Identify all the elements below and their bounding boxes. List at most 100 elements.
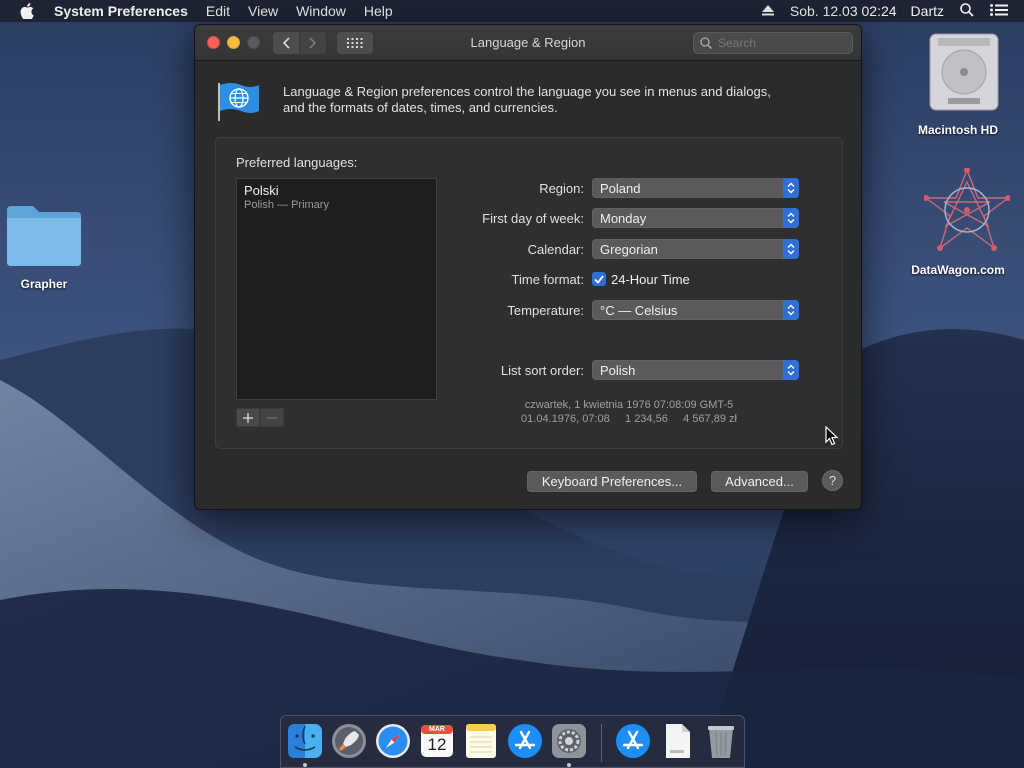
dock-system-preferences[interactable] <box>550 722 588 760</box>
dock-launchpad[interactable] <box>330 722 368 760</box>
first-day-row: First day of week: Monday <box>456 208 802 228</box>
preferred-languages-list[interactable]: Polski Polish — Primary <box>236 178 437 400</box>
dock-finder[interactable] <box>286 722 324 760</box>
safari-compass-icon <box>376 724 410 758</box>
list-sort-row: List sort order: Polish <box>456 360 802 380</box>
hard-drive-icon <box>929 33 999 111</box>
menu-app-name[interactable]: System Preferences <box>54 3 188 19</box>
desktop-icon-macintosh-hd[interactable]: Macintosh HD <box>908 32 1008 137</box>
trash-icon <box>708 726 734 758</box>
search-input[interactable] <box>718 36 848 50</box>
desktop-icon-label: Grapher <box>20 277 68 291</box>
dock-calendar[interactable]: MAR 12 <box>418 722 456 760</box>
dock-app-store-downloads[interactable] <box>614 722 652 760</box>
app-store-icon <box>508 724 542 758</box>
dock-trash[interactable] <box>702 722 740 760</box>
calendar-month: MAR <box>429 726 445 733</box>
time-format-label: Time format: <box>511 271 584 287</box>
star-graph-icon <box>922 167 1011 251</box>
language-subtitle: Polish — Primary <box>244 199 329 211</box>
checkmark-icon <box>594 274 604 284</box>
finder-icon <box>288 724 322 758</box>
format-sample-date: czwartek, 1 kwietnia 1976 07:08:09 GMT-5 <box>524 399 734 411</box>
search-icon <box>700 37 712 49</box>
desktop-icon-label: Macintosh HD <box>917 123 998 137</box>
settings-panel: Preferred languages: Polski Polish — Pri… <box>215 137 843 449</box>
dock-separator <box>601 724 602 762</box>
spotlight-search-icon[interactable] <box>960 2 974 20</box>
dock-running-indicator <box>567 763 571 767</box>
first-day-popup[interactable]: Monday <box>592 208 799 228</box>
desktop-icon-grapher[interactable]: Grapher <box>4 204 84 291</box>
preferred-languages-label: Preferred languages: <box>236 155 358 170</box>
temperature-row: Temperature: °C — Celsius <box>456 300 802 320</box>
intro-description: Language & Region preferences control th… <box>283 84 813 116</box>
menu-view[interactable]: View <box>248 3 278 19</box>
up-down-chevron-icon <box>783 178 799 198</box>
up-down-chevron-icon <box>783 360 799 380</box>
region-label: Region: <box>539 180 584 196</box>
menu-window[interactable]: Window <box>296 3 346 19</box>
menubar-status-area: Sob. 12.03 02:24 Dartz <box>761 0 1024 22</box>
menu-edit[interactable]: Edit <box>206 3 230 19</box>
temperature-value: °C — Celsius <box>600 302 678 318</box>
calendar-day: 12 <box>427 735 447 754</box>
menu-bar: System Preferences Edit View Window Help… <box>0 0 1024 22</box>
dock: MAR 12 <box>280 715 745 768</box>
search-field[interactable] <box>693 32 853 54</box>
24-hour-time-label[interactable]: 24-Hour Time <box>611 272 690 287</box>
add-remove-controls <box>236 408 284 427</box>
intro-line: and the formats of dates, times, and cur… <box>283 100 558 115</box>
advanced-button[interactable]: Advanced... <box>711 471 808 492</box>
language-name: Polski <box>244 183 279 198</box>
flag-globe-icon <box>218 83 259 121</box>
mouse-pointer-icon <box>825 426 839 446</box>
add-language-button[interactable] <box>236 408 260 427</box>
eject-icon[interactable] <box>761 3 774 19</box>
temperature-popup[interactable]: °C — Celsius <box>592 300 799 320</box>
format-sample-numbers: 01.04.1976, 07:08 1 234,56 4 567,89 zł <box>521 413 737 425</box>
rocket-icon <box>332 724 366 758</box>
menubar-clock[interactable]: Sob. 12.03 02:24 <box>790 3 897 19</box>
menubar-user[interactable]: Dartz <box>911 3 944 19</box>
desktop-icon-label: DataWagon.com <box>911 263 1005 277</box>
app-store-icon <box>616 724 650 758</box>
apple-menu-icon[interactable] <box>20 3 38 19</box>
remove-language-button[interactable] <box>260 408 284 427</box>
desktop-icon-datawagon[interactable]: DataWagon.com <box>898 167 1018 277</box>
up-down-chevron-icon <box>783 239 799 259</box>
notes-icon <box>466 724 496 758</box>
dock-document[interactable] <box>658 722 696 760</box>
24-hour-time-checkbox[interactable] <box>592 272 606 286</box>
list-sort-value: Polish <box>600 362 636 378</box>
language-item[interactable]: Polski Polish — Primary <box>237 179 436 215</box>
document-icon <box>666 724 690 758</box>
region-popup[interactable]: Poland <box>592 178 799 198</box>
first-day-value: Monday <box>600 210 647 226</box>
notification-center-icon[interactable] <box>990 3 1008 19</box>
region-row: Region: Poland <box>456 178 802 198</box>
intro-line: Language & Region preferences control th… <box>283 84 771 99</box>
keyboard-preferences-button[interactable]: Keyboard Preferences... <box>527 471 697 492</box>
plus-icon <box>243 412 253 423</box>
language-region-window: Language & Region Language & Region pref… <box>194 24 862 510</box>
menu-help[interactable]: Help <box>364 3 393 19</box>
calendar-label: Calendar: <box>527 241 584 257</box>
first-day-label: First day of week: <box>482 210 584 226</box>
time-format-row: Time format: 24-Hour Time <box>456 269 802 289</box>
temperature-label: Temperature: <box>507 302 584 318</box>
calendar-row: Calendar: Gregorian <box>456 239 802 259</box>
calendar-value: Gregorian <box>600 241 658 257</box>
up-down-chevron-icon <box>783 208 799 228</box>
list-sort-label: List sort order: <box>500 362 584 378</box>
region-value: Poland <box>600 180 641 196</box>
calendar-popup[interactable]: Gregorian <box>592 239 799 259</box>
dock-running-indicator <box>303 763 307 767</box>
dock-app-store[interactable] <box>506 722 544 760</box>
window-titlebar[interactable]: Language & Region <box>195 25 861 61</box>
help-button[interactable]: ? <box>822 470 843 491</box>
dock-safari[interactable] <box>374 722 412 760</box>
dock-notes[interactable] <box>462 722 500 760</box>
list-sort-popup[interactable]: Polish <box>592 360 799 380</box>
up-down-chevron-icon <box>783 300 799 320</box>
